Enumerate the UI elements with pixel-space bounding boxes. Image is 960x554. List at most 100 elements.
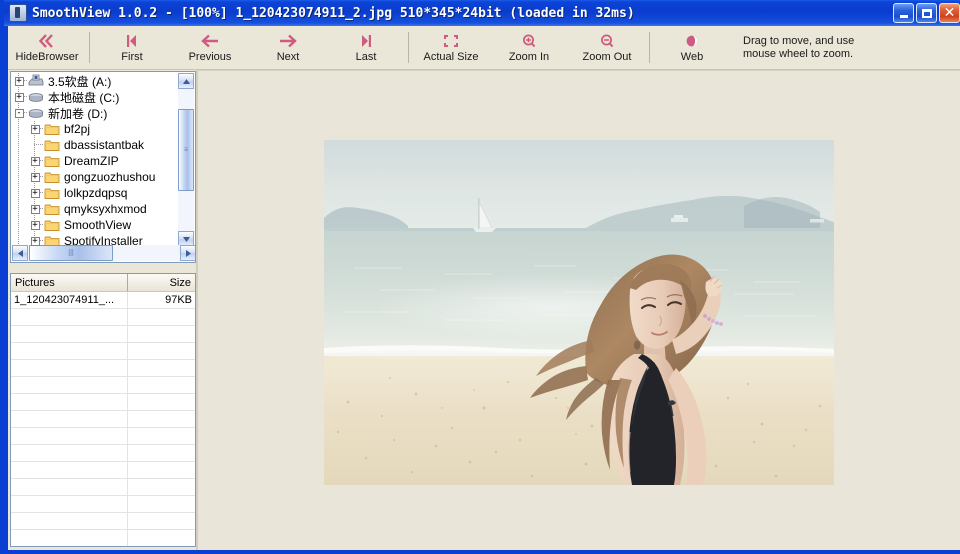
tree-item-new-volume-d[interactable]: - 新加卷 (D:) xyxy=(11,105,179,121)
scroll-thumb[interactable]: ||| xyxy=(29,245,113,261)
tree-indent xyxy=(11,169,27,185)
double-chevron-left-icon xyxy=(37,32,57,51)
close-button[interactable]: ✕ xyxy=(939,3,960,23)
scroll-thumb[interactable]: ≡ xyxy=(178,109,194,191)
column-header-pictures[interactable]: Pictures xyxy=(11,274,128,291)
scroll-right-button[interactable] xyxy=(180,245,195,261)
expander-toggle[interactable]: + xyxy=(27,153,43,169)
scroll-up-button[interactable] xyxy=(178,73,194,89)
expander-toggle[interactable]: + xyxy=(11,89,27,105)
expand-plus-icon: + xyxy=(30,188,40,198)
expander-toggle[interactable]: + xyxy=(11,73,27,89)
list-item-empty[interactable] xyxy=(11,530,195,546)
arrow-right-icon xyxy=(277,32,299,51)
list-item-empty[interactable] xyxy=(11,343,195,360)
folder-icon xyxy=(43,121,61,137)
toolbar-label: Actual Size xyxy=(423,50,479,63)
toolbar-button-previous[interactable]: Previous xyxy=(171,26,249,69)
toolbar-button-actual-size[interactable]: Actual Size xyxy=(412,26,490,69)
list-item-empty[interactable] xyxy=(11,462,195,479)
tree-indent xyxy=(11,185,27,201)
app-window: SmoothView 1.0.2 - [100%] 1_120423074911… xyxy=(0,0,960,554)
folder-tree[interactable]: + 3.5软盘 (A:) + 本地磁盘 (C:) - 新加卷 (D:) + bf… xyxy=(11,72,179,246)
picture-list[interactable]: Pictures Size 1_120423074911_... 97KB xyxy=(10,273,196,547)
toolbar-button-web[interactable]: Web xyxy=(653,26,731,69)
list-item-empty[interactable] xyxy=(11,496,195,513)
list-item-size xyxy=(128,513,195,529)
folder-tree-box: + 3.5软盘 (A:) + 本地磁盘 (C:) - 新加卷 (D:) + bf… xyxy=(10,71,196,263)
toolbar: HideBrowser First Previous Next Last Act… xyxy=(8,26,960,70)
tree-vertical-scrollbar[interactable]: ≡ xyxy=(178,73,194,247)
toolbar-button-zoom-in[interactable]: Zoom In xyxy=(490,26,568,69)
tree-item-label: DreamZIP xyxy=(64,154,119,168)
toolbar-button-last[interactable]: Last xyxy=(327,26,405,69)
tree-item-bf2pj[interactable]: + bf2pj xyxy=(11,121,179,137)
toolbar-label: Zoom In xyxy=(508,50,550,63)
magnifier-plus-icon xyxy=(520,32,538,51)
tree-item-qmyksyxhxmod[interactable]: + qmyksyxhxmod xyxy=(11,201,179,217)
toolbar-button-zoom-out[interactable]: Zoom Out xyxy=(568,26,646,69)
list-item-empty[interactable] xyxy=(11,411,195,428)
toolbar-button-hidebrowser[interactable]: HideBrowser xyxy=(8,26,86,69)
scroll-left-button[interactable] xyxy=(12,245,28,261)
scroll-grip: ≡ xyxy=(183,146,189,154)
expander-toggle[interactable]: + xyxy=(27,185,43,201)
list-item-empty[interactable] xyxy=(11,428,195,445)
tree-horizontal-scrollbar[interactable]: ||| xyxy=(12,245,195,261)
expander-toggle[interactable]: + xyxy=(27,121,43,137)
list-item-empty[interactable] xyxy=(11,377,195,394)
toolbar-separator xyxy=(408,32,409,63)
expand-plus-icon: + xyxy=(30,220,40,230)
list-item-name xyxy=(11,428,128,444)
tree-item-floppy-a[interactable]: + 3.5软盘 (A:) xyxy=(11,73,179,89)
folder-icon xyxy=(43,153,61,169)
minimize-icon xyxy=(899,15,908,18)
expand-plus-icon: + xyxy=(30,172,40,182)
column-header-size[interactable]: Size xyxy=(128,274,195,291)
list-item-empty[interactable] xyxy=(11,309,195,326)
expander-toggle[interactable]: + xyxy=(27,169,43,185)
list-item-size: 97KB xyxy=(165,294,192,306)
toolbar-label: HideBrowser xyxy=(15,50,79,63)
expander-toggle[interactable]: + xyxy=(27,201,43,217)
expand-plus-icon: + xyxy=(30,236,40,246)
maximize-icon xyxy=(921,8,932,18)
tree-item-label: bf2pj xyxy=(64,122,91,136)
tree-item-dreamzip[interactable]: + DreamZIP xyxy=(11,153,179,169)
list-item-name xyxy=(11,530,128,546)
toolbar-label: Previous xyxy=(188,50,232,63)
list-item-empty[interactable] xyxy=(11,445,195,462)
tree-item-label: dbassistantbak xyxy=(64,138,145,152)
toolbar-label: Next xyxy=(276,50,300,63)
list-item-empty[interactable] xyxy=(11,326,195,343)
tree-item-local-disk-c[interactable]: + 本地磁盘 (C:) xyxy=(11,89,179,105)
list-item-empty[interactable] xyxy=(11,479,195,496)
tree-item-lolkpzdqpsq[interactable]: + lolkpzdqpsq xyxy=(11,185,179,201)
magnifier-minus-icon xyxy=(598,32,616,51)
tree-item-gongzuozhushou[interactable]: + gongzuozhushou xyxy=(11,169,179,185)
list-item-empty[interactable] xyxy=(11,513,195,530)
tree-indent xyxy=(11,201,27,217)
displayed-image[interactable] xyxy=(324,140,834,485)
expander-toggle[interactable]: - xyxy=(11,105,27,121)
list-item[interactable]: 1_120423074911_... 97KB xyxy=(11,292,195,309)
list-item-empty[interactable] xyxy=(11,394,195,411)
tree-item-smoothview[interactable]: + SmoothView xyxy=(11,217,179,233)
list-item-name xyxy=(11,479,128,495)
tree-item-label: 新加卷 (D:) xyxy=(48,106,108,121)
floppy-drive-icon xyxy=(27,73,45,89)
minimize-button[interactable] xyxy=(893,3,914,23)
toolbar-label: Zoom Out xyxy=(582,50,632,63)
list-item-name xyxy=(11,394,128,410)
hint-line-2: mouse wheel to zoom. xyxy=(743,47,854,60)
toolbar-button-next[interactable]: Next xyxy=(249,26,327,69)
list-item-empty[interactable] xyxy=(11,360,195,377)
expander-toggle[interactable]: + xyxy=(27,217,43,233)
tree-item-dbassistantbak[interactable]: dbassistantbak xyxy=(11,137,179,153)
list-item-size xyxy=(128,530,195,546)
maximize-button[interactable] xyxy=(916,3,937,23)
folder-icon xyxy=(43,185,61,201)
toolbar-button-first[interactable]: First xyxy=(93,26,171,69)
image-viewer[interactable] xyxy=(198,70,960,550)
toolbar-label: Web xyxy=(680,50,704,63)
